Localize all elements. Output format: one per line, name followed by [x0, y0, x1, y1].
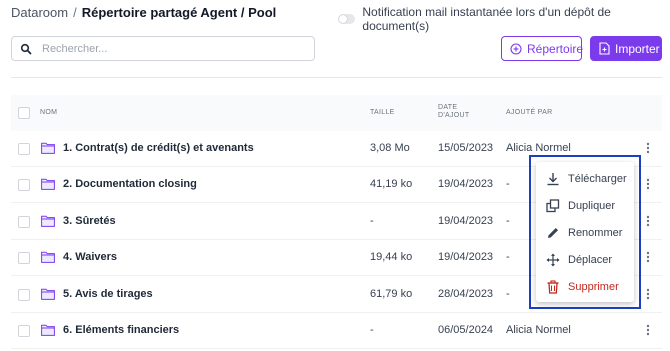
folder-added-by: - [506, 214, 510, 227]
row-checkbox[interactable] [18, 325, 30, 337]
menu-item-label: Télécharger [568, 172, 627, 185]
date-header-line2: D'AJOUT [438, 112, 470, 119]
column-header-name[interactable]: NOM [40, 109, 57, 117]
table-header: NOM TAILLE DATE D'AJOUT AJOUTÉ PAR [11, 95, 662, 131]
folder-icon [41, 142, 55, 154]
row-checkbox[interactable] [18, 143, 30, 155]
new-folder-button[interactable]: Répertoire [501, 36, 584, 61]
move-icon [546, 253, 560, 267]
more-vertical-icon[interactable] [645, 142, 651, 156]
search-box [11, 36, 315, 61]
date-header-line1: DATE [438, 104, 458, 111]
folder-size: - [370, 214, 374, 227]
folder-icon [41, 288, 55, 300]
folder-added-by: - [506, 251, 510, 264]
column-header-added-by[interactable]: AJOUTÉ PAR [506, 109, 552, 117]
row-checkbox[interactable] [18, 179, 30, 192]
menu-item-download[interactable]: Télécharger [536, 165, 634, 192]
row-checkbox[interactable] [18, 252, 30, 265]
folder-name[interactable]: 4. Waivers [63, 251, 117, 263]
folder-date: 15/05/2023 [438, 142, 494, 154]
more-vertical-icon[interactable] [645, 288, 651, 302]
new-folder-label: Répertoire [527, 41, 584, 56]
pencil-icon [546, 226, 560, 240]
select-all-checkbox[interactable] [18, 107, 30, 119]
menu-item-label: Supprimer [568, 280, 619, 293]
notification-setting: Notification mail instantanée lors d'un … [338, 5, 670, 33]
more-vertical-icon[interactable] [645, 324, 651, 338]
folder-name[interactable]: 6. Eléments financiers [63, 324, 179, 336]
row-checkbox[interactable] [18, 288, 30, 301]
folder-icon [41, 324, 55, 336]
more-vertical-icon[interactable] [645, 251, 651, 265]
folder-icon [41, 215, 55, 227]
breadcrumb-dataroom-link[interactable]: Dataroom [11, 5, 68, 20]
column-header-date[interactable]: DATE D'AJOUT [438, 104, 469, 120]
breadcrumb: Dataroom / Répertoire partagé Agent / Po… [11, 5, 276, 20]
folder-icon [41, 251, 55, 264]
folder-added-by: - [506, 178, 510, 191]
menu-item-rename[interactable]: Renommer [536, 219, 634, 246]
folder-size: 41,19 ko [370, 178, 413, 191]
menu-item-duplicate[interactable]: Dupliquer [536, 192, 634, 219]
menu-item-label: Déplacer [568, 253, 613, 266]
page-title: Répertoire partagé Agent / Pool [81, 5, 277, 20]
menu-item-move[interactable]: Déplacer [536, 246, 634, 273]
import-label: Importer [615, 41, 660, 56]
more-vertical-icon[interactable] [645, 178, 651, 192]
file-add-icon [599, 42, 610, 55]
folder-size: 3,08 Mo [370, 142, 410, 154]
folder-added-by: - [506, 287, 510, 300]
search-input[interactable] [42, 42, 302, 55]
menu-item-label: Dupliquer [568, 199, 616, 212]
column-header-size[interactable]: TAILLE [370, 109, 395, 117]
folder-date: 19/04/2023 [438, 251, 494, 264]
menu-item-delete[interactable]: Supprimer [536, 273, 634, 300]
folder-size: 19,44 ko [370, 251, 413, 264]
folder-date: 28/04/2023 [438, 287, 494, 300]
folder-name[interactable]: 5. Avis de tirages [63, 288, 153, 300]
more-vertical-icon[interactable] [645, 215, 651, 229]
notification-label: Notification mail instantanée lors d'un … [362, 5, 611, 33]
folder-size: 61,79 ko [370, 287, 413, 300]
folder-name[interactable]: 1. Contrat(s) de crédit(s) et avenants [63, 142, 254, 154]
add-circle-icon [510, 42, 522, 55]
notification-toggle[interactable] [338, 14, 356, 24]
toggle-knob [339, 15, 347, 23]
trash-icon [546, 279, 560, 294]
context-menu: Télécharger Dupliquer Renommer Déplacer … [536, 162, 634, 302]
folder-date: 19/04/2023 [438, 214, 494, 227]
folder-added-by: Alicia Normel [506, 324, 571, 336]
breadcrumb-separator: / [73, 5, 77, 20]
folder-name[interactable]: 3. Sûretés [63, 215, 116, 227]
search-icon [20, 43, 32, 55]
folder-icon [41, 178, 55, 191]
import-button[interactable]: Importer [590, 36, 662, 61]
table-row[interactable]: 6. Eléments financiers - 06/05/2024 Alicia … [11, 313, 662, 349]
divider [11, 77, 662, 78]
folder-date: 19/04/2023 [438, 178, 494, 191]
folder-date: 06/05/2024 [438, 324, 494, 336]
folder-name[interactable]: 2. Documentation closing [63, 178, 197, 190]
folder-added-by: Alicia Normel [506, 142, 571, 154]
duplicate-icon [546, 198, 560, 213]
menu-item-label: Renommer [568, 226, 623, 239]
row-checkbox[interactable] [18, 215, 30, 228]
folder-size: - [370, 324, 374, 336]
download-icon [546, 172, 560, 186]
